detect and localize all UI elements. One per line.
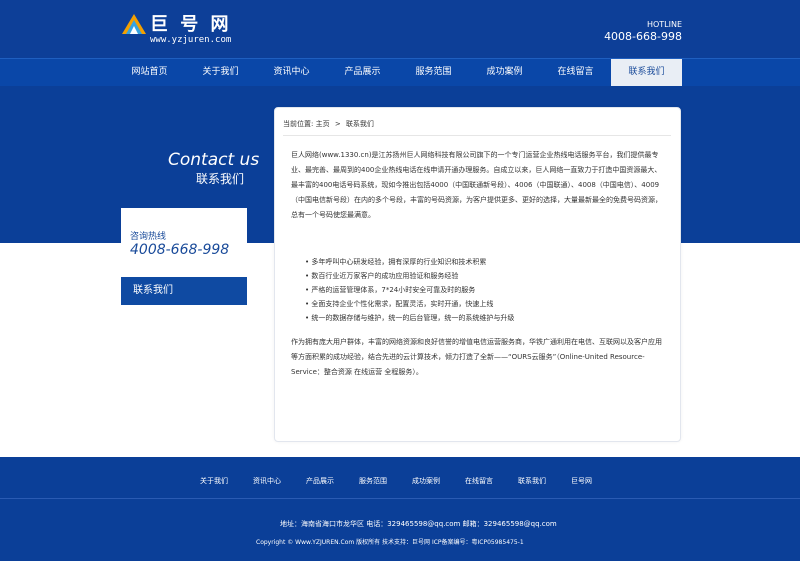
nav-item-contact[interactable]: 联系我们 — [611, 59, 682, 86]
list-item: 数百行业近万家客户的成功应用验证和服务经验 — [305, 269, 514, 283]
header-hotline: HOTLINE 4008-668-998 — [604, 20, 682, 43]
banner-title-cn: 联系我们 — [196, 172, 245, 186]
footer-divider — [0, 498, 800, 499]
footer-link-brand[interactable]: 巨号网 — [571, 476, 624, 486]
sidebar-item-contact[interactable]: 联系我们 — [121, 277, 247, 305]
list-item: 全面支持企业个性化需求，配置灵活，实时开通，快速上线 — [305, 297, 514, 311]
nav-item-cases[interactable]: 成功案例 — [469, 59, 540, 86]
nav-item-services[interactable]: 服务范围 — [398, 59, 469, 86]
footer-link-news[interactable]: 资讯中心 — [253, 476, 306, 486]
sidebar-hotline-number: 4008-668-998 — [130, 242, 230, 258]
sidebar-item-label: 联系我们 — [133, 285, 173, 296]
breadcrumb-label: 当前位置: — [283, 120, 314, 128]
closing-paragraph: 作为拥有庞大用户群体，丰富的网络资源和良好信誉的增值电信运营服务商，华铁广通利用… — [291, 338, 662, 376]
content-divider — [283, 135, 671, 136]
footer-links: 关于我们 资讯中心 产品展示 服务范围 成功案例 在线留言 联系我们 巨号网 — [200, 476, 624, 486]
nav-item-about[interactable]: 关于我们 — [185, 59, 256, 86]
list-item: 多年呼叫中心研发经验，拥有深厚的行业知识和技术积累 — [305, 255, 514, 269]
logo-icon — [122, 14, 146, 34]
nav-item-products[interactable]: 产品展示 — [327, 59, 398, 86]
breadcrumb-current[interactable]: 联系我们 — [346, 120, 374, 128]
nav-item-home[interactable]: 网站首页 — [114, 59, 185, 86]
footer-link-cases[interactable]: 成功案例 — [412, 476, 465, 486]
intro-paragraph: 巨人网络(www.1330.cn)是江苏扬州巨人网络科技有限公司旗下的一个专门运… — [291, 151, 662, 219]
site-footer: 关于我们 资讯中心 产品展示 服务范围 成功案例 在线留言 联系我们 巨号网 地… — [0, 457, 800, 561]
sidebar-hotline: 咨询热线 4008-668-998 — [121, 208, 247, 276]
nav-item-news[interactable]: 资讯中心 — [256, 59, 327, 86]
breadcrumb-separator: > — [334, 120, 341, 128]
logo-url: www.yzjuren.com — [150, 35, 232, 45]
footer-address: 地址：海南省海口市龙华区 电话：329465598@qq.com 邮箱：3294… — [280, 520, 557, 528]
main-nav: 网站首页 关于我们 资讯中心 产品展示 服务范围 成功案例 在线留言 联系我们 — [0, 58, 800, 87]
footer-link-message[interactable]: 在线留言 — [465, 476, 518, 486]
hotline-label: HOTLINE — [646, 20, 682, 29]
footer-copyright: Copyright © Www.YZJUREN.Com 版权所有 技术支持：巨号… — [256, 539, 524, 546]
breadcrumb: 当前位置: 主页 > 联系我们 — [283, 119, 374, 129]
feature-list: 多年呼叫中心研发经验，拥有深厚的行业知识和技术积累 数百行业近万家客户的成功应用… — [305, 255, 514, 325]
footer-link-products[interactable]: 产品展示 — [306, 476, 359, 486]
banner-title-en: Contact us — [168, 150, 260, 170]
site-header: 巨 号 网 www.yzjuren.com HOTLINE 4008-668-9… — [0, 0, 800, 58]
content-card: 当前位置: 主页 > 联系我们 巨人网络(www.1330.cn)是江苏扬州巨人… — [274, 107, 681, 442]
nav-item-message[interactable]: 在线留言 — [540, 59, 611, 86]
footer-link-services[interactable]: 服务范围 — [359, 476, 412, 486]
logo-title: 巨 号 网 — [150, 14, 232, 35]
hotline-number: 4008-668-998 — [604, 30, 682, 43]
breadcrumb-home[interactable]: 主页 — [316, 120, 330, 128]
footer-link-about[interactable]: 关于我们 — [200, 476, 253, 486]
sidebar-hotline-label: 咨询热线 — [130, 232, 167, 242]
footer-link-contact[interactable]: 联系我们 — [518, 476, 571, 486]
list-item: 严格的运营管理体系，7*24小时安全可靠及时的服务 — [305, 283, 514, 297]
list-item: 统一的数据存储与维护，统一的后台管理，统一的系统维护与升级 — [305, 311, 514, 325]
site-logo[interactable]: 巨 号 网 www.yzjuren.com — [120, 10, 250, 50]
